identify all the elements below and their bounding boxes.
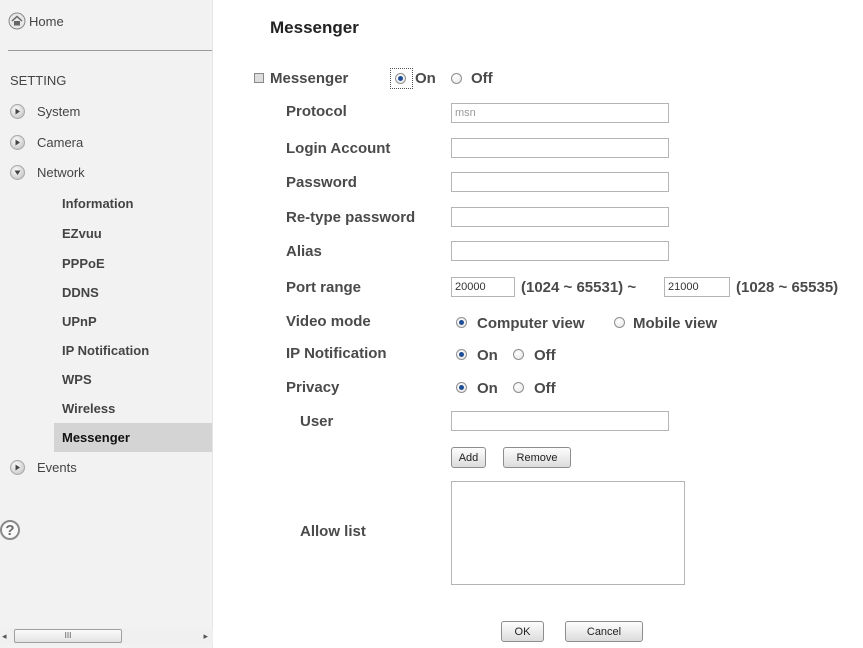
sidebar-divider [8, 50, 212, 51]
login-account-label: Login Account [286, 140, 391, 157]
sidebar-section-heading: SETTING [10, 73, 67, 88]
sidebar-item-network[interactable]: Network [10, 162, 85, 182]
port-start-field[interactable] [451, 277, 515, 297]
user-label: User [300, 413, 334, 430]
ip-notification-on-label: On [477, 347, 498, 364]
privacy-on-radio[interactable] [456, 382, 467, 393]
sidebar-subitem-pppoe[interactable]: PPPoE [62, 253, 105, 273]
help-icon[interactable]: ? [0, 520, 20, 540]
computer-view-label: Computer view [477, 315, 585, 332]
alias-field[interactable] [451, 241, 669, 261]
protocol-label: Protocol [286, 103, 347, 120]
horizontal-scrollbar[interactable]: ◂ III ▸ [0, 628, 213, 645]
sidebar: Home SETTING System Camera Network Infor… [0, 0, 213, 648]
collapse-arrow-icon [10, 164, 25, 180]
mobile-view-label: Mobile view [633, 315, 718, 332]
remove-button[interactable]: Remove [503, 447, 571, 468]
protocol-field[interactable] [451, 103, 669, 123]
sidebar-item-camera[interactable]: Camera [10, 132, 83, 152]
user-field[interactable] [451, 411, 669, 431]
sidebar-subitem-messenger[interactable]: Messenger [62, 427, 130, 447]
password-field[interactable] [451, 172, 669, 192]
cancel-button[interactable]: Cancel [565, 621, 643, 642]
sidebar-item-events[interactable]: Events [10, 457, 77, 477]
privacy-off-label: Off [534, 380, 556, 397]
sidebar-item-label: Network [37, 164, 85, 180]
alias-label: Alias [286, 243, 322, 260]
privacy-label: Privacy [286, 379, 340, 396]
messenger-enable-checkbox[interactable] [254, 73, 264, 83]
retype-password-label: Re-type password [286, 209, 416, 226]
sidebar-subitem-ip-notification[interactable]: IP Notification [62, 340, 149, 360]
sidebar-subitem-ddns[interactable]: DDNS [62, 282, 99, 302]
ip-notification-off-radio[interactable] [513, 349, 524, 360]
ok-button[interactable]: OK [501, 621, 544, 642]
port-end-field[interactable] [664, 277, 730, 297]
home-link[interactable]: Home [8, 10, 64, 32]
port-range-label: Port range [286, 279, 362, 296]
scroll-right-icon[interactable]: ▸ [203, 631, 208, 642]
messenger-off-label: Off [471, 70, 493, 87]
privacy-off-radio[interactable] [513, 382, 524, 393]
allow-list-label: Allow list [300, 523, 366, 540]
sidebar-subitem-ezvuu[interactable]: EZvuu [62, 223, 102, 243]
sidebar-item-system[interactable]: System [10, 101, 80, 121]
home-label: Home [29, 13, 64, 29]
expand-arrow-icon [10, 134, 25, 150]
sidebar-subitem-information[interactable]: Information [62, 193, 134, 213]
sidebar-subitem-upnp[interactable]: UPnP [62, 311, 97, 331]
port-end-range-text: (1028 ~ 65535) [736, 279, 839, 296]
page-title: Messenger [270, 18, 359, 37]
messenger-off-radio[interactable] [451, 73, 462, 84]
retype-password-field[interactable] [451, 207, 669, 227]
ip-notification-label: IP Notification [286, 345, 387, 362]
password-label: Password [286, 174, 357, 191]
port-start-range-text: (1024 ~ 65531) ~ [521, 279, 637, 296]
sidebar-subitem-wps[interactable]: WPS [62, 369, 92, 389]
sidebar-item-label: Camera [37, 134, 84, 150]
login-account-field[interactable] [451, 138, 669, 158]
mobile-view-radio[interactable] [614, 317, 625, 328]
messenger-on-radio[interactable] [395, 73, 406, 84]
computer-view-radio[interactable] [456, 317, 467, 328]
messenger-label: Messenger [270, 70, 349, 87]
expand-arrow-icon [10, 459, 25, 475]
sidebar-subitem-wireless[interactable]: Wireless [62, 398, 115, 418]
add-button[interactable]: Add [451, 447, 486, 468]
allow-list-box[interactable] [451, 481, 685, 585]
scrollbar-thumb[interactable]: III [14, 629, 122, 643]
ip-notification-on-radio[interactable] [456, 349, 467, 360]
scroll-left-icon[interactable]: ◂ [2, 631, 7, 642]
video-mode-label: Video mode [286, 313, 371, 330]
sidebar-item-label: Events [37, 459, 77, 475]
privacy-on-label: On [477, 380, 498, 397]
expand-arrow-icon [10, 103, 25, 119]
home-icon [8, 12, 26, 30]
ip-notification-off-label: Off [534, 347, 556, 364]
sidebar-item-label: System [37, 103, 81, 119]
messenger-on-label: On [415, 70, 436, 87]
